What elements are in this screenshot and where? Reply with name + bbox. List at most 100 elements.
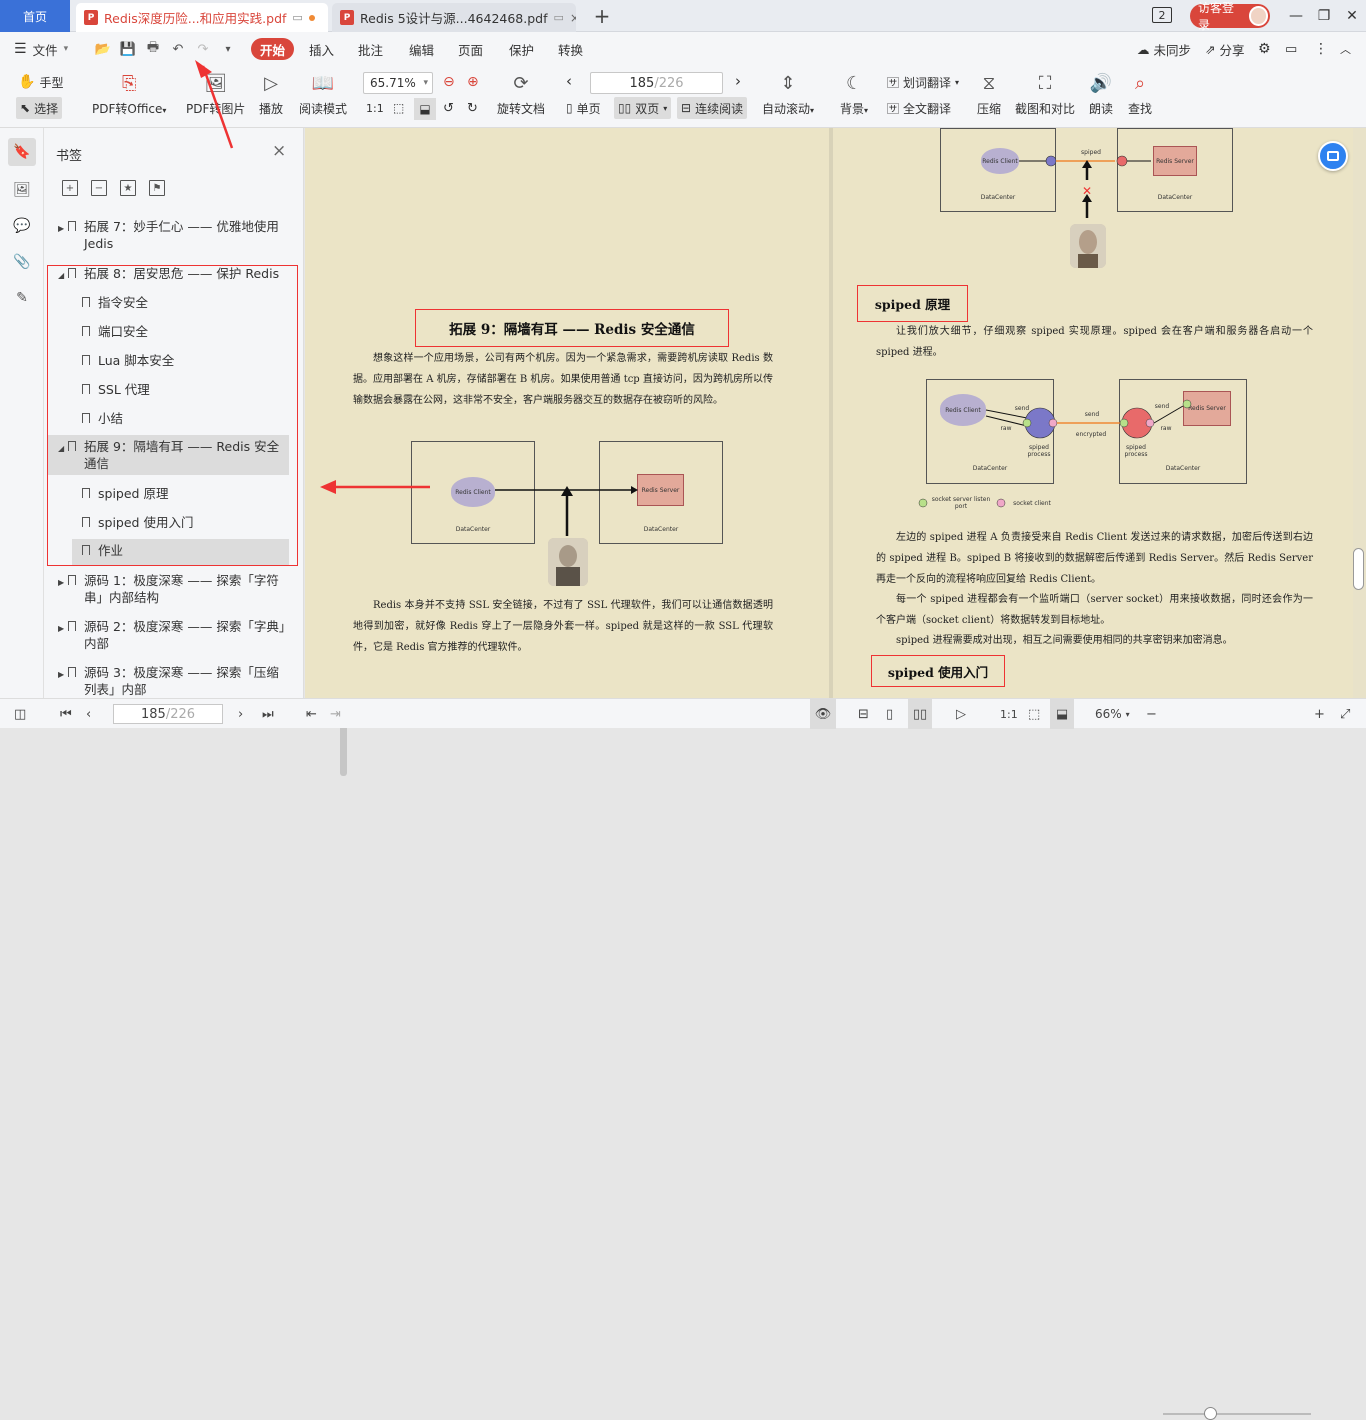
previous-page-icon[interactable]: ‹ [86,699,91,729]
thumbnail-icon[interactable]: 🖼 [8,176,36,204]
background-button[interactable]: ☾ 背景▾ [840,70,868,117]
play-icon[interactable]: ▷ [956,699,966,729]
zoom-in-icon[interactable]: ⊕ [467,74,479,90]
share-button[interactable]: ⇗ 分享 [1205,32,1245,66]
fullscreen-icon[interactable]: ⤢ [1340,699,1350,729]
menu-annotate[interactable]: 批注 [358,32,383,66]
expand-toggle-icon[interactable]: ▶ [58,572,68,606]
bookmark-item[interactable]: ▶ 源码 3：极度深寒 —— 探索「压缩列表」内部 [58,664,289,698]
menu-page[interactable]: 页面 [458,32,483,66]
page-number-input[interactable]: 185/226 [113,704,223,724]
message-icon[interactable]: ▭ [1285,32,1297,66]
continuous-read-button[interactable]: ⊟ 连续阅读 [677,97,748,119]
zoom-out-icon[interactable]: − [1146,699,1157,729]
last-page-icon[interactable]: ⏭ [262,699,274,729]
document-tab-active[interactable]: P Redis深度历险...和应用实践.pdf ▭ [76,3,328,32]
menu-edit[interactable]: 编辑 [409,32,434,66]
close-icon[interactable]: × [570,11,576,25]
bookmark-item[interactable]: ▶ 源码 1：极度深寒 —— 探索「字符串」内部结构 [58,572,289,606]
expand-toggle-icon[interactable]: ▶ [58,218,68,252]
zoom-slider-thumb[interactable] [1204,1407,1217,1420]
next-page-icon[interactable]: › [238,699,243,729]
document-tab-inactive[interactable]: P Redis 5设计与源...4642468.pdf ▭ × [332,3,576,32]
fit-width-icon[interactable]: ⬓ [1050,699,1074,729]
read-aloud-button[interactable]: 🔊 朗读 [1088,70,1114,117]
word-translate-button[interactable]: 🈂 划词翻译 ▾ [887,71,959,93]
actual-size-icon[interactable]: 1:1 [366,102,384,115]
zoom-input[interactable]: 65.71% ▾ [363,72,433,94]
zoom-out-icon[interactable]: ⊖ [443,74,455,90]
select-tool[interactable]: ⬉ 选择 [16,97,63,119]
settings-gear-icon[interactable]: ⚙ [1258,32,1271,66]
comment-icon[interactable]: 💬 [8,212,36,240]
document-viewport[interactable]: 拓展 9：隔墙有耳 —— Redis 安全通信 想象这样一个应用场景，公司有两个… [305,128,1366,698]
next-page-icon[interactable]: › [735,72,741,90]
single-page-view-icon[interactable]: ▯ [886,699,893,729]
find-button[interactable]: ⌕ 查找 [1127,70,1153,117]
redo-icon[interactable]: ↷ [194,40,212,58]
unsaved-dot-icon[interactable] [308,14,315,21]
double-page-button[interactable]: ▯▯ 双页 ▾ [614,97,672,119]
continuous-view-icon[interactable]: ⊟ [858,699,869,729]
previous-page-icon[interactable]: ‹ [566,72,572,90]
rotate-right-icon[interactable]: ↻ [467,101,478,116]
floating-tool-button[interactable] [1318,141,1348,171]
rotate-document-button[interactable]: ⟳ 旋转文档 [497,70,545,117]
full-translate-button[interactable]: 🈂 全文翻译 [887,97,951,119]
double-page-view-icon[interactable]: ▯▯ [908,699,932,729]
auto-scroll-button[interactable]: ⇕ 自动滚动▾ [762,70,814,117]
menu-insert[interactable]: 插入 [309,32,334,66]
menu-protect[interactable]: 保护 [509,32,534,66]
bookmark-item[interactable]: ▶ 源码 2：极度深寒 —— 探索「字典」内部 [58,618,289,652]
bookmark-item[interactable]: ▶ 拓展 7：妙手仁心 —— 优雅地使用 Jedis [58,218,289,252]
zoom-in-icon[interactable]: + [1314,699,1325,729]
actual-size-icon[interactable]: 1:1 [1000,699,1018,729]
new-tab-button[interactable]: + [590,4,614,28]
rotate-left-icon[interactable]: ↺ [443,101,454,116]
zoom-dropdown[interactable]: 66% ▾ [1095,699,1130,729]
more-icon[interactable]: ⋮ [1314,32,1328,66]
fit-page-icon[interactable]: ⬚ [1028,699,1040,729]
close-window-icon[interactable]: ✕ [1341,5,1363,27]
first-page-icon[interactable]: ⏮ [60,699,72,729]
read-mode-button[interactable]: 📖 阅读模式 [299,70,347,117]
monitor-icon[interactable]: ▭ [292,11,302,24]
quick-access-dropdown-icon[interactable]: ▾ [219,40,237,58]
signature-icon[interactable]: ✎ [8,284,36,312]
minimize-icon[interactable]: — [1285,5,1307,27]
single-page-button[interactable]: ▯ 单页 [566,97,601,119]
chevron-down-icon[interactable]: ▾ [423,78,428,88]
print-icon[interactable]: 🖶 [144,40,162,58]
screenshot-compare-button[interactable]: ⛶ 截图和对比 [1015,70,1075,117]
attachment-icon[interactable]: 📎 [8,248,36,276]
bookmark-flag-icon[interactable]: ⚑ [149,180,165,196]
sync-status[interactable]: ☁ 未同步 [1137,32,1191,66]
save-icon[interactable]: 💾 [119,40,137,58]
fit-page-icon[interactable]: ⬚ [393,101,404,115]
menu-convert[interactable]: 转换 [558,32,583,66]
close-icon[interactable]: × [272,141,286,161]
eye-protection-icon[interactable]: 👁 [810,699,836,729]
menu-start[interactable]: 开始 [251,38,295,60]
pdf-to-image-button[interactable]: 🖼 PDF转图片 [186,70,245,117]
expand-all-icon[interactable]: + [62,180,78,196]
hand-tool[interactable]: ✋ 手型 [18,71,63,93]
expand-toggle-icon[interactable]: ▶ [58,618,68,652]
window-count-badge[interactable]: 2 [1152,7,1172,23]
back-icon[interactable]: ⇤ [306,699,317,729]
collapse-all-icon[interactable]: − [91,180,107,196]
forward-icon[interactable]: ⇥ [330,699,341,729]
page-number-input[interactable]: 185/226 [590,72,723,94]
guest-login-button[interactable]: 访客登录 [1190,1,1270,32]
expand-toggle-icon[interactable]: ▶ [58,664,68,698]
toggle-sidebar-icon[interactable]: ◫ [14,699,26,729]
home-tab[interactable]: 首页 [0,0,70,32]
zoom-slider-track[interactable] [1163,1413,1311,1415]
compress-button[interactable]: ⧖ 压缩 [976,70,1002,117]
monitor-icon[interactable]: ▭ [554,11,564,24]
add-bookmark-icon[interactable]: ★ [120,180,136,196]
collapse-ribbon-icon[interactable]: ︿ [1340,32,1351,66]
bookmark-panel-icon[interactable]: 🔖 [8,138,36,166]
fit-width-icon[interactable]: ⬓ [414,98,436,120]
pdf-to-office-button[interactable]: ⎘ PDF转Office▾ [92,70,166,117]
